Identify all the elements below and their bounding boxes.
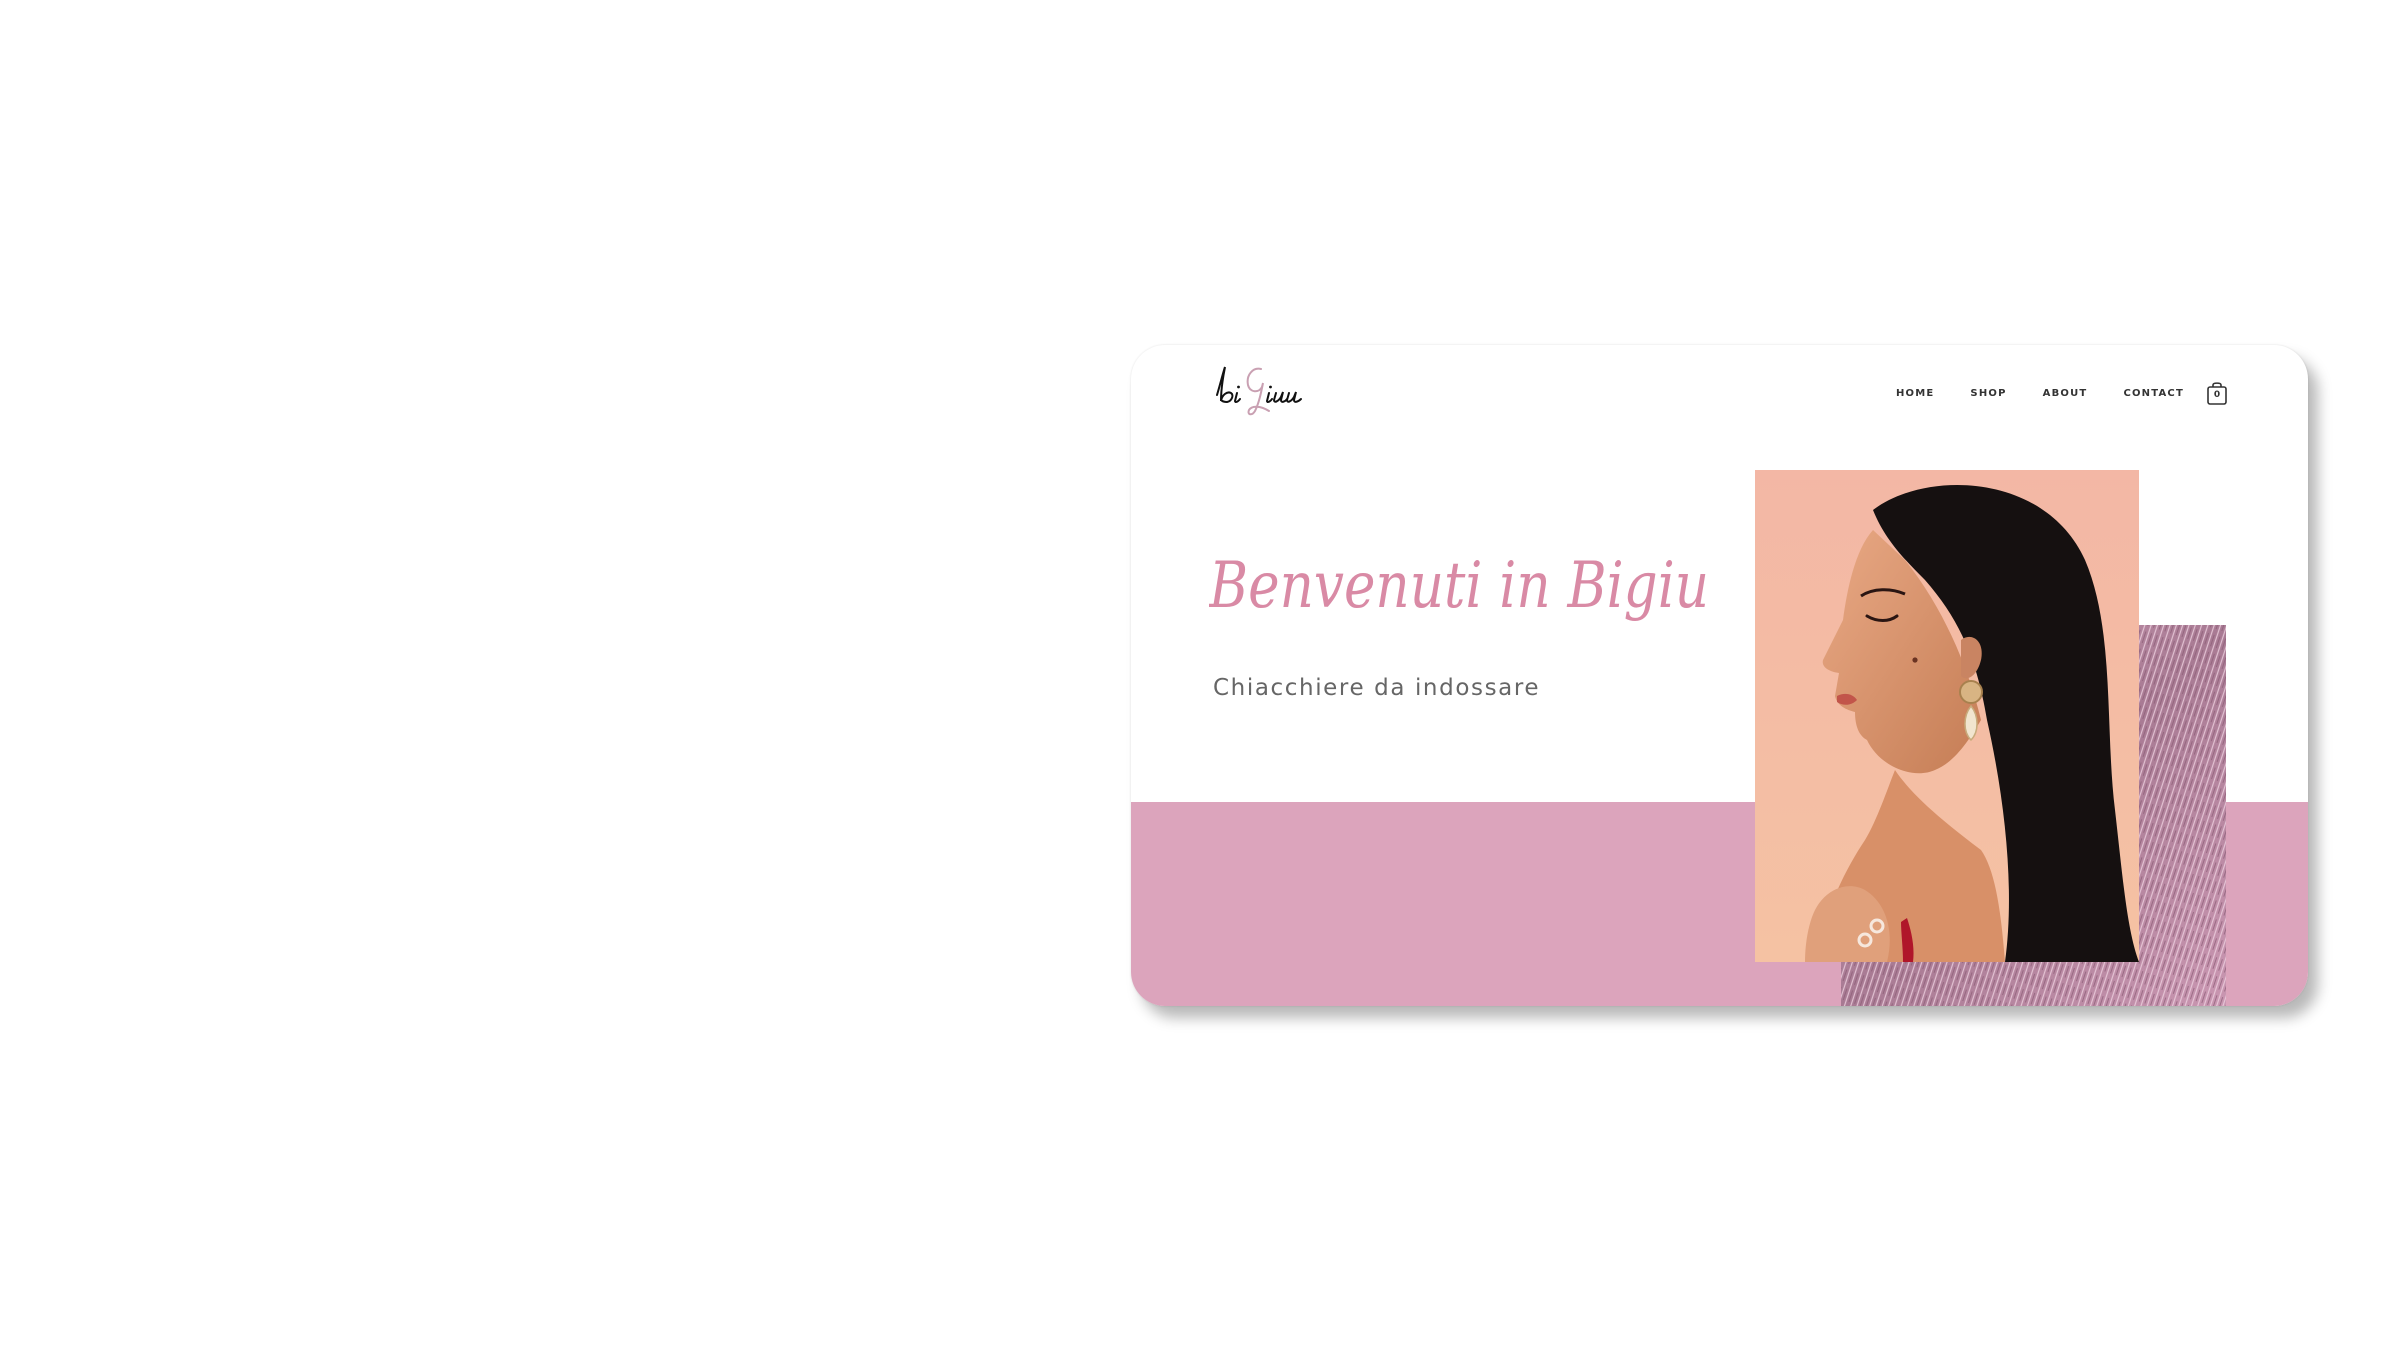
- main-navigation: HOME SHOP ABOUT CONTACT 0: [1860, 363, 2228, 423]
- site-logo[interactable]: [1213, 359, 1313, 421]
- site-header: HOME SHOP ABOUT CONTACT 0: [1131, 345, 2308, 455]
- website-mockup: HOME SHOP ABOUT CONTACT 0 Benvenuti in B…: [1131, 345, 2308, 1006]
- cart-button[interactable]: 0: [2206, 380, 2228, 406]
- hero-title-text: Benvenuti in Bigiu: [1209, 549, 1709, 623]
- nav-shop[interactable]: SHOP: [1970, 388, 2006, 399]
- nav-contact[interactable]: CONTACT: [2123, 388, 2184, 399]
- model-portrait-image: [1755, 470, 2139, 962]
- nav-home[interactable]: HOME: [1896, 388, 1934, 399]
- hero-title: Benvenuti in Bigiu: [1209, 549, 1709, 623]
- nav-about[interactable]: ABOUT: [2043, 388, 2088, 399]
- hero-subtitle: Chiacchiere da indossare: [1213, 675, 1541, 701]
- page-background: HOME SHOP ABOUT CONTACT 0 Benvenuti in B…: [0, 0, 2400, 1350]
- cart-count: 0: [2213, 390, 2221, 400]
- logo-script-icon: [1216, 366, 1302, 416]
